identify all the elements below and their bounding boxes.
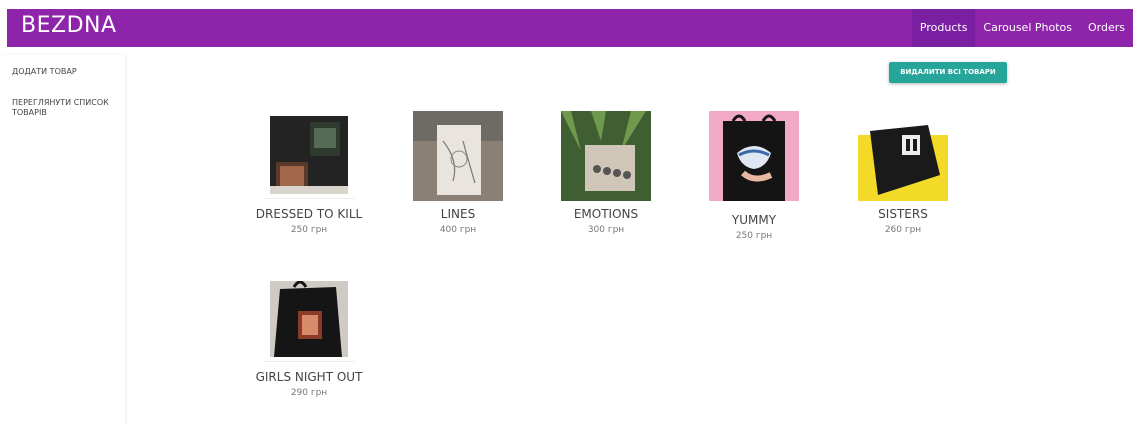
product-card[interactable]: EMOTIONS 300 грн [551, 111, 661, 235]
product-card[interactable]: DRESSED TO KILL 250 грн [254, 116, 364, 235]
product-price: 250 грн [735, 231, 773, 241]
product-price: 260 грн [884, 225, 922, 235]
product-price: 290 грн [290, 388, 328, 398]
product-image [709, 111, 799, 201]
product-card[interactable]: LINES 400 грн [403, 111, 513, 235]
sidebar: ДОДАТИ ТОВАР ПЕРЕГЛЯНУТИ СПИСОК ТОВАРІВ [0, 55, 125, 425]
product-name: DRESSED TO KILL [255, 207, 363, 221]
product-card[interactable]: GIRLS NIGHT OUT 290 грн [254, 281, 364, 398]
product-price: 300 грн [587, 225, 625, 235]
top-navbar: BEZDNA Products Carousel Photos Orders [7, 9, 1133, 47]
product-image [413, 111, 503, 201]
product-card[interactable]: YUMMY 250 грн [699, 111, 809, 241]
product-price: 250 грн [290, 225, 328, 235]
product-name: EMOTIONS [573, 207, 639, 221]
product-name: LINES [440, 207, 476, 221]
nav-links: Products Carousel Photos Orders [911, 9, 1133, 47]
product-card[interactable]: SISTERS 260 грн [848, 111, 958, 235]
product-image [561, 111, 651, 201]
product-image [270, 116, 348, 194]
brand-logo[interactable]: BEZDNA [21, 13, 117, 38]
nav-link-products[interactable]: Products [911, 9, 976, 47]
product-image [858, 111, 948, 201]
nav-link-orders[interactable]: Orders [1080, 9, 1133, 47]
product-image [270, 281, 348, 357]
sidebar-item-view-products[interactable]: ПЕРЕГЛЯНУТИ СПИСОК ТОВАРІВ [12, 98, 120, 118]
delete-all-products-button[interactable]: ВИДАЛИТИ ВСІ ТОВАРИ [889, 62, 1007, 83]
nav-link-carousel-photos[interactable]: Carousel Photos [975, 9, 1080, 47]
product-price: 400 грн [439, 225, 477, 235]
product-name: SISTERS [878, 207, 928, 221]
product-name: GIRLS NIGHT OUT [255, 370, 363, 384]
product-name: YUMMY [731, 213, 777, 227]
sidebar-item-add-product[interactable]: ДОДАТИ ТОВАР [12, 67, 120, 77]
